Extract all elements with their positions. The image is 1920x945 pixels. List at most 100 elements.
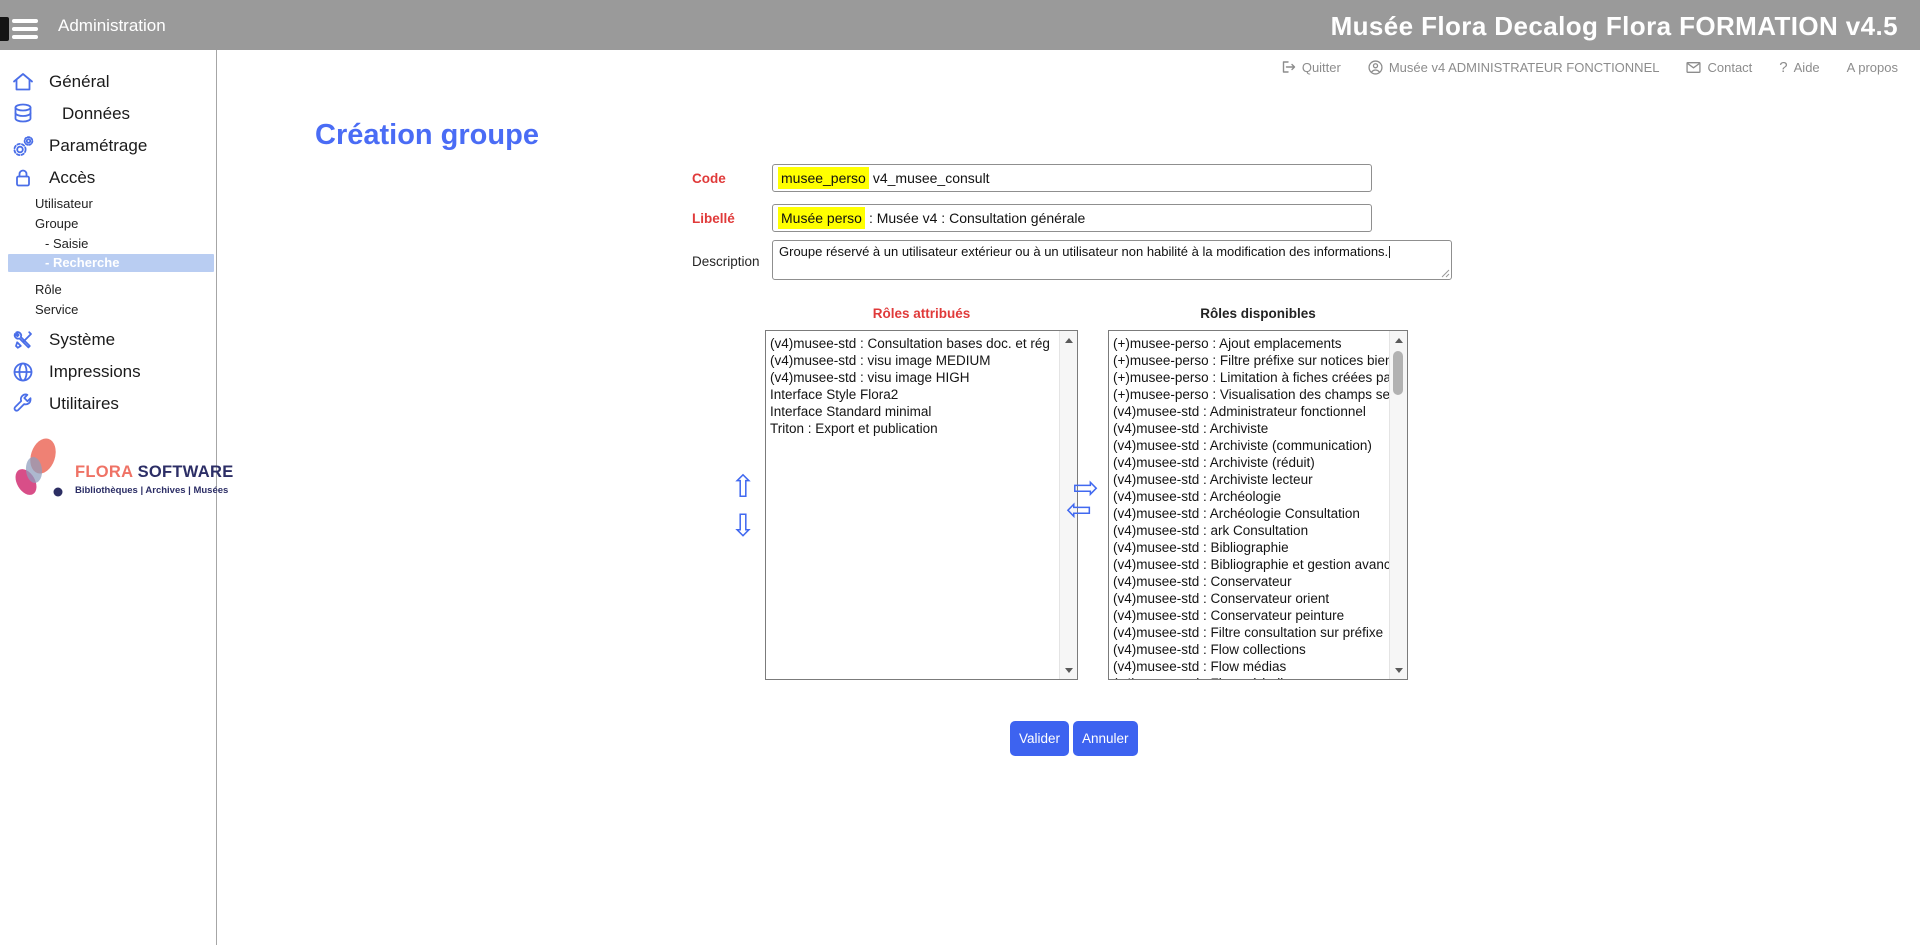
aide-link[interactable]: ? Aide xyxy=(1779,60,1819,75)
role-option[interactable]: (v4)musee-std : Archiviste (réduit) xyxy=(1113,454,1390,471)
app-window: Administration Musée Flora Decalog Flora… xyxy=(0,0,1920,945)
sidebar-item-utilitaires[interactable]: Utilitaires xyxy=(0,388,216,420)
code-input[interactable]: musee_perso v4_musee_consult xyxy=(772,164,1372,192)
wrench-icon xyxy=(10,391,36,417)
role-option[interactable]: (+)musee-perso : Limitation à fiches cré… xyxy=(1113,369,1390,386)
brand-software: SOFTWARE xyxy=(138,463,234,481)
scroll-down-button[interactable] xyxy=(1060,662,1077,678)
quitter-link[interactable]: Quitter xyxy=(1281,60,1341,75)
user-label: Musée v4 ADMINISTRATEUR FONCTIONNEL xyxy=(1389,60,1660,75)
role-option[interactable]: (v4)musee-std : Bibliographie xyxy=(1113,539,1390,556)
description-label: Description xyxy=(692,254,760,269)
roles-disponibles-listbox[interactable]: (+)musee-perso : Ajout emplacements(+)mu… xyxy=(1108,330,1408,680)
brand-flora: FLORA xyxy=(75,463,133,481)
flora-logo-mark xyxy=(13,437,65,499)
role-option[interactable]: (v4)musee-std : Flow périodiques xyxy=(1113,675,1390,679)
sidebar-label: Utilitaires xyxy=(49,394,119,414)
code-label: Code xyxy=(692,171,726,186)
sidebar-item-general[interactable]: Général xyxy=(0,66,216,98)
sidebar-label: Données xyxy=(62,104,130,124)
envelope-icon xyxy=(1686,61,1701,74)
move-left-arrow-button[interactable]: ⇦ xyxy=(1066,495,1092,526)
description-value: Groupe réservé à un utilisateur extérieu… xyxy=(779,244,1388,259)
tools-icon xyxy=(10,327,36,353)
libelle-label: Libellé xyxy=(692,211,735,226)
a-propos-label: A propos xyxy=(1847,60,1898,75)
sidebar-item-recherche-selected[interactable]: - Recherche xyxy=(8,254,214,272)
sidebar-item-donnees[interactable]: Données xyxy=(0,98,216,130)
sidebar-item-systeme[interactable]: Système xyxy=(0,324,216,356)
libelle-highlighted-prefix: Musée perso xyxy=(778,207,865,229)
libelle-value: : Musée v4 : Consultation générale xyxy=(869,210,1085,226)
contact-link[interactable]: Contact xyxy=(1686,60,1752,75)
role-option[interactable]: (v4)musee-std : Filtre consultation sur … xyxy=(1113,624,1390,641)
sidebar-label: Accès xyxy=(49,168,95,188)
role-option[interactable]: Interface Standard minimal xyxy=(770,403,1060,420)
database-icon xyxy=(10,101,36,127)
role-option[interactable]: (v4)musee-std : Archiviste (communicatio… xyxy=(1113,437,1390,454)
page-title: Création groupe xyxy=(315,119,539,152)
sidebar-label: Paramétrage xyxy=(49,136,147,156)
section-title: Administration xyxy=(58,16,166,36)
lock-icon xyxy=(10,165,36,191)
role-option[interactable]: (v4)musee-std : Archéologie Consultation xyxy=(1113,505,1390,522)
role-option[interactable]: (v4)musee-std : Conservateur xyxy=(1113,573,1390,590)
sidebar-item-role[interactable]: Rôle xyxy=(0,280,216,300)
scroll-up-button[interactable] xyxy=(1060,332,1077,348)
role-option[interactable]: (+)musee-perso : Visualisation des champ… xyxy=(1113,386,1390,403)
sidebar-item-service[interactable]: Service xyxy=(0,300,216,320)
role-option[interactable]: (v4)musee-std : Bibliographie et gestion… xyxy=(1113,556,1390,573)
role-option[interactable]: (v4)musee-std : Archiviste lecteur xyxy=(1113,471,1390,488)
gears-icon xyxy=(10,133,36,159)
role-option[interactable]: (v4)musee-std : Flow collections xyxy=(1113,641,1390,658)
role-option[interactable]: (v4)musee-std : ark Consultation xyxy=(1113,522,1390,539)
hamburger-menu-icon[interactable] xyxy=(12,19,38,43)
role-option[interactable]: (v4)musee-std : Archéologie xyxy=(1113,488,1390,505)
role-option[interactable]: (v4)musee-std : visu image MEDIUM xyxy=(770,352,1060,369)
sidebar-item-saisie[interactable]: - Saisie xyxy=(0,234,216,254)
role-option[interactable]: (v4)musee-std : Flow médias xyxy=(1113,658,1390,675)
role-option[interactable]: (v4)musee-std : Consultation bases doc. … xyxy=(770,335,1060,352)
sidebar-label: Système xyxy=(49,330,115,350)
role-option[interactable]: (v4)musee-std : Conservateur orient xyxy=(1113,590,1390,607)
home-icon xyxy=(10,69,36,95)
role-option[interactable]: (v4)musee-std : Conservateur peinture xyxy=(1113,607,1390,624)
globe-icon xyxy=(10,359,36,385)
sidebar: Général Données Paramétrage Accès Utilis… xyxy=(0,50,217,945)
roles-disponibles-items: (+)musee-perso : Ajout emplacements(+)mu… xyxy=(1109,331,1390,679)
role-option[interactable]: (+)musee-perso : Filtre préfixe sur noti… xyxy=(1113,352,1390,369)
sidebar-label: Impressions xyxy=(49,362,141,382)
role-option[interactable]: (v4)musee-std : Archiviste xyxy=(1113,420,1390,437)
app-title: Musée Flora Decalog Flora FORMATION v4.5 xyxy=(1331,11,1898,42)
code-highlighted-prefix: musee_perso xyxy=(778,167,869,189)
user-icon xyxy=(1368,60,1383,75)
role-option[interactable]: (+)musee-perso : Ajout emplacements xyxy=(1113,335,1390,352)
role-option[interactable]: Triton : Export et publication xyxy=(770,420,1060,437)
role-option[interactable]: Interface Style Flora2 xyxy=(770,386,1060,403)
roles-disponibles-title: Rôles disponibles xyxy=(1108,306,1408,321)
avail-scrollbar[interactable] xyxy=(1389,331,1407,679)
role-option[interactable]: (v4)musee-std : visu image HIGH xyxy=(770,369,1060,386)
roles-attribues-listbox[interactable]: (v4)musee-std : Consultation bases doc. … xyxy=(765,330,1078,680)
sidebar-item-acces[interactable]: Accès xyxy=(0,162,216,194)
sidebar-item-impressions[interactable]: Impressions xyxy=(0,356,216,388)
role-option[interactable]: (v4)musee-std : Administrateur fonctionn… xyxy=(1113,403,1390,420)
libelle-input[interactable]: Musée perso : Musée v4 : Consultation gé… xyxy=(772,204,1372,232)
annuler-button[interactable]: Annuler xyxy=(1073,721,1138,756)
header-links-bar: Quitter Musée v4 ADMINISTRATEUR FONCTION… xyxy=(220,50,1920,84)
scrollbar-thumb[interactable] xyxy=(1393,351,1403,395)
scroll-up-button[interactable] xyxy=(1390,332,1407,348)
user-account-link[interactable]: Musée v4 ADMINISTRATEUR FONCTIONNEL xyxy=(1368,60,1660,75)
scroll-down-button[interactable] xyxy=(1390,662,1407,678)
resize-grip-icon[interactable] xyxy=(1441,269,1450,278)
quitter-label: Quitter xyxy=(1302,60,1341,75)
sidebar-item-groupe[interactable]: Groupe xyxy=(0,214,216,234)
move-down-arrow-button[interactable]: ⇩ xyxy=(730,511,756,542)
valider-button[interactable]: Valider xyxy=(1010,721,1069,756)
menu-edge-fragment xyxy=(0,17,9,41)
description-textarea[interactable]: Groupe réservé à un utilisateur extérieu… xyxy=(772,240,1452,280)
move-up-arrow-button[interactable]: ⇧ xyxy=(730,472,756,503)
a-propos-link[interactable]: A propos xyxy=(1847,60,1898,75)
sidebar-item-parametrage[interactable]: Paramétrage xyxy=(0,130,216,162)
sidebar-item-utilisateur[interactable]: Utilisateur xyxy=(0,194,216,214)
